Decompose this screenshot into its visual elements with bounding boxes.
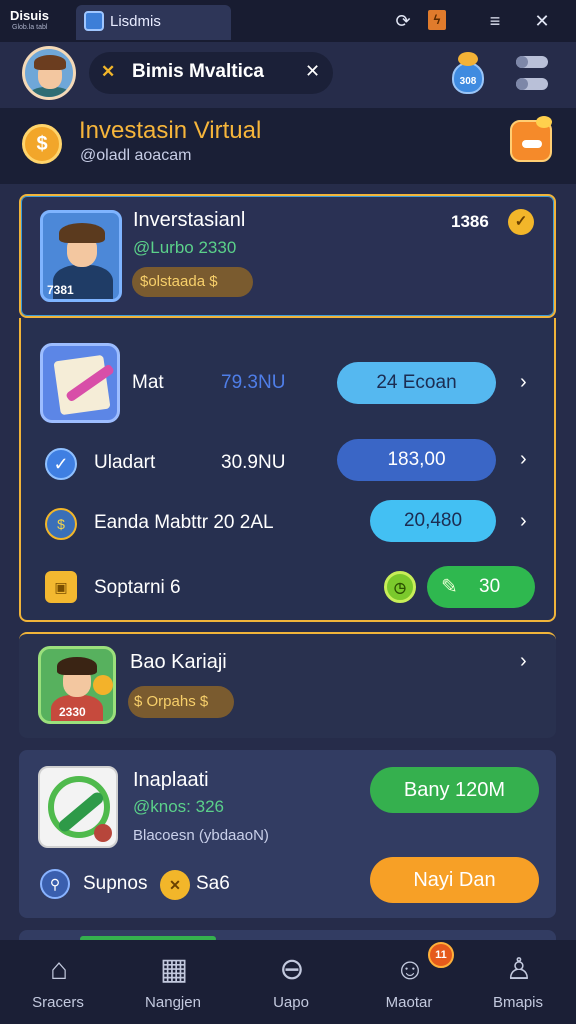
buy-button[interactable]: Bany 120M xyxy=(370,767,539,813)
list-item-label: Soptarni 6 xyxy=(94,577,181,598)
list-item-amount: 30.9NU xyxy=(221,452,286,473)
avatar[interactable] xyxy=(22,46,76,100)
notification-badge: 11 xyxy=(428,942,454,968)
investor-thumbnail: 7381 xyxy=(40,210,122,302)
status-badge-label: $olstaada $ xyxy=(140,273,218,290)
nav-item-home[interactable]: ⌂ Sracers xyxy=(3,940,113,1024)
check-icon[interactable]: ✓ xyxy=(508,209,534,235)
bolt-icon[interactable]: ϟ xyxy=(428,10,446,30)
card-title: Inverstasianl xyxy=(133,209,246,231)
profile-thumbnail: 2330 xyxy=(38,646,116,724)
footer-value: Sa6 xyxy=(196,873,230,894)
notepad-icon xyxy=(40,343,120,423)
tab-app-icon xyxy=(84,11,104,31)
profile-icon: ♙ xyxy=(505,953,533,986)
nav-item-profile[interactable]: ♙ Bmapis xyxy=(463,940,573,1024)
chevron-right-icon[interactable]: › xyxy=(520,371,527,394)
home-icon: ⌂ xyxy=(49,953,69,986)
action-pill[interactable]: ✎ 30 xyxy=(427,566,535,608)
nav-label: Nangjen xyxy=(145,994,201,1011)
page-title: Investasin Virtual xyxy=(79,117,262,144)
list-item-amount: 79.3NU xyxy=(221,372,286,393)
offer-thumbnail xyxy=(38,766,118,848)
minimize-icon[interactable]: ≡ xyxy=(484,10,506,32)
shield-icon: ✓ xyxy=(45,448,77,480)
users-icon: ☺ xyxy=(394,953,426,986)
title-pill-label: Bimis Mvaltica xyxy=(132,61,264,82)
footer-label: Supnos xyxy=(83,873,148,894)
nav-item-box[interactable]: ▦ Nangjen xyxy=(118,940,228,1024)
card-value: 1386 xyxy=(451,212,489,231)
chevron-right-icon[interactable]: › xyxy=(520,448,527,471)
action-pill-label: 30 xyxy=(479,576,501,597)
minus-circle-icon: ⊖ xyxy=(279,953,305,986)
list-item-label: Mat xyxy=(132,372,164,393)
card-title: Bao Kariaji xyxy=(130,651,227,673)
clock-icon[interactable]: ◷ xyxy=(384,571,416,603)
close-icon[interactable]: ✕ xyxy=(305,61,320,82)
nav-label: Uapo xyxy=(273,994,309,1011)
list-item-button[interactable]: 20,480 xyxy=(370,500,496,542)
nav-item-center[interactable]: ⊖ Uapo xyxy=(236,940,346,1024)
chevron-right-icon[interactable]: › xyxy=(520,650,527,673)
app-subtitle: Glob.la tabl xyxy=(12,24,48,31)
list-item-label: Uladart xyxy=(94,452,156,473)
coin-bag-icon[interactable]: 308 xyxy=(450,52,486,96)
coin-icon: $ xyxy=(45,508,77,540)
list-item-button[interactable]: 24 Ecoan xyxy=(337,362,496,404)
thumb-number: 2330 xyxy=(59,705,86,719)
nav-label: Bmapis xyxy=(492,994,544,1011)
coin-bag-value: 308 xyxy=(459,76,477,87)
search-icon[interactable]: ⚲ xyxy=(40,869,70,899)
card-subtitle: @Lurbo 2330 xyxy=(133,238,237,257)
nav-label: Maotar xyxy=(385,994,433,1011)
card-subtitle: @knos: 326 xyxy=(133,797,224,816)
app-name: Disuis xyxy=(10,8,50,23)
status-badge-label: $ Orpahs $ xyxy=(134,693,209,710)
coin-icon: ✕ xyxy=(160,870,190,900)
card-note: Blacoesn (ybdaaoN) xyxy=(133,827,269,844)
close-icon[interactable]: ✕ xyxy=(101,62,115,82)
nav-label: Sracers xyxy=(32,994,84,1011)
chevron-right-icon[interactable]: › xyxy=(520,510,527,533)
list-item-button[interactable]: 183,00 xyxy=(337,439,496,481)
card-title: Inaplaati xyxy=(133,769,209,791)
page-subtitle: @oladl aoacam xyxy=(80,147,192,164)
pencil-icon: ✎ xyxy=(441,576,458,598)
gift-icon[interactable] xyxy=(510,116,552,162)
close-window-icon[interactable]: ✕ xyxy=(531,10,553,32)
treasure-box-icon: ▣ xyxy=(45,571,77,603)
dollar-coin-icon: $ xyxy=(22,124,62,164)
menu-icon[interactable] xyxy=(514,54,550,92)
refresh-icon[interactable]: ⟳ xyxy=(392,10,414,32)
thumb-number: 7381 xyxy=(47,283,74,297)
tab-label[interactable]: Lisdmis xyxy=(110,13,161,30)
secondary-button[interactable]: Nayi Dan xyxy=(370,857,539,903)
box-icon: ▦ xyxy=(159,953,189,986)
list-item-label: Eanda Mabttr 20 2AL xyxy=(94,512,274,533)
